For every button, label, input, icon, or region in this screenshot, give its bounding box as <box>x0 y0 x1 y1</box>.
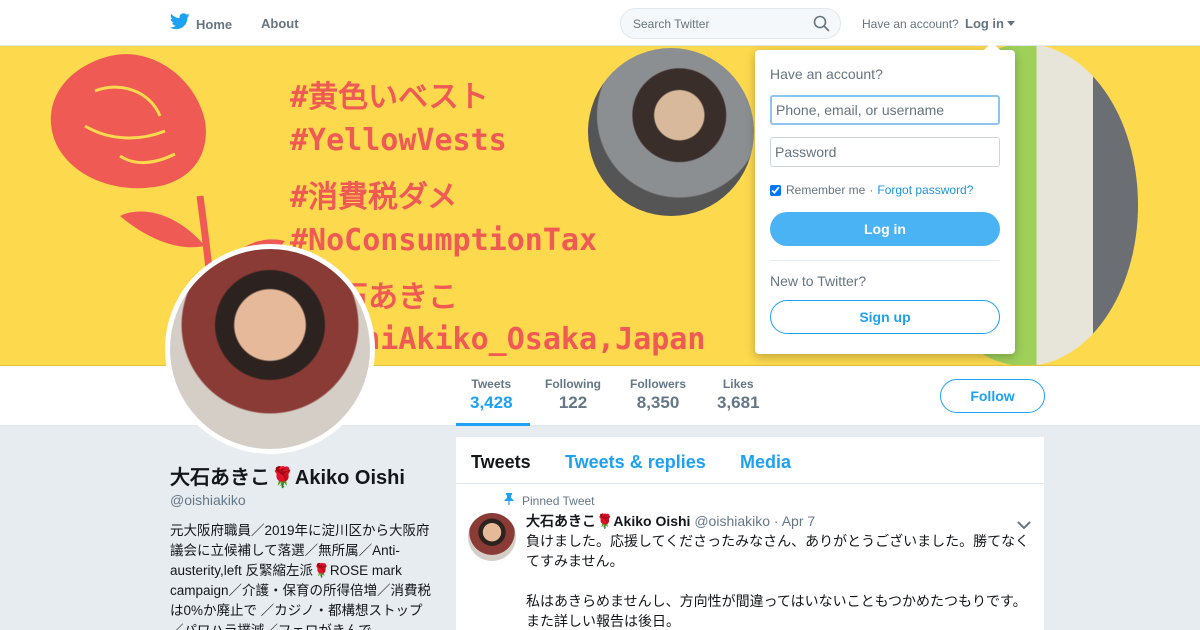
nav-home-link[interactable]: Home <box>169 13 233 35</box>
search-input[interactable] <box>633 15 803 33</box>
pinned-label: Pinned Tweet <box>522 493 595 508</box>
stat-tweets-value: 3,428 <box>470 393 513 412</box>
nav-home-label: Home <box>196 16 233 32</box>
stat-likes[interactable]: Likes 3,681 <box>717 377 760 413</box>
profile-name[interactable]: 大石あきこ🌹Akiko Oishi <box>170 461 405 490</box>
banner-photo-1 <box>586 46 756 218</box>
banner-line-1: #黄色いベスト <box>290 80 489 115</box>
follow-button[interactable]: Follow <box>940 379 1045 413</box>
tweet-text-2: 私はあきらめませんし、方向性が間違ってはいないこともつかめたつもりです。また詳し… <box>526 593 1027 629</box>
top-nav-bar: Home About Have an account? Log in <box>0 0 1200 46</box>
signup-button[interactable]: Sign up <box>770 300 1000 334</box>
banner-line-2: #YellowVests <box>290 123 507 158</box>
tab-tweets[interactable]: Tweets <box>471 452 531 473</box>
stat-likes-label: Likes <box>722 377 754 391</box>
remember-separator: · <box>869 183 874 197</box>
search-box <box>620 8 841 39</box>
tweet-avatar[interactable] <box>468 513 516 561</box>
caret-down-icon[interactable] <box>1007 21 1015 26</box>
stat-followers-label: Followers <box>630 377 687 391</box>
tweet-header: 大石あきこ🌹Akiko Oishi @oishiakiko · Apr 7 <box>526 511 815 531</box>
username-field[interactable] <box>770 95 1000 125</box>
stat-tweets-label: Tweets <box>471 377 512 391</box>
stat-following-value: 122 <box>558 393 588 412</box>
pinned-tweet-indicator: Pinned Tweet <box>504 493 595 508</box>
forgot-password-link[interactable]: Forgot password? <box>877 183 973 197</box>
tweet-author-name[interactable]: 大石あきこ🌹Akiko Oishi <box>526 513 690 529</box>
password-field[interactable] <box>770 137 1000 167</box>
remember-row: Remember me · Forgot password? <box>770 183 973 197</box>
login-menu-link[interactable]: Log in <box>965 16 1004 31</box>
stat-following-label: Following <box>545 377 601 391</box>
profile-avatar[interactable] <box>165 244 375 454</box>
timeline-tabs: Tweets Tweets & replies Media <box>456 437 1044 484</box>
pin-icon <box>504 493 514 508</box>
stat-followers[interactable]: Followers 8,350 <box>630 377 686 413</box>
stat-tweets[interactable]: Tweets 3,428 <box>470 377 513 413</box>
new-to-twitter-text: New to Twitter? <box>770 273 867 289</box>
timeline: Tweets Tweets & replies Media Pinned Twe… <box>456 437 1044 630</box>
profile-handle[interactable]: @oishiakiko <box>170 492 246 508</box>
banner-line-3: #消費税ダメ <box>290 180 458 215</box>
search-icon[interactable] <box>813 15 830 37</box>
dropdown-arrow <box>984 42 1000 50</box>
dropdown-divider <box>770 260 1000 261</box>
stat-followers-value: 8,350 <box>636 393 680 412</box>
remember-me-label[interactable]: Remember me <box>786 183 865 197</box>
remember-me-checkbox[interactable] <box>770 184 781 196</box>
tweet-text-1: 負けました。応援してくださったみなさん、ありがとうございました。勝てなくてすみま… <box>526 533 1030 569</box>
active-stat-underline <box>456 423 530 426</box>
dropdown-title: Have an account? <box>770 66 883 82</box>
banner-line-4: #NoConsumptionTax <box>290 223 598 258</box>
twitter-bird-icon <box>169 13 190 35</box>
tab-tweets-replies[interactable]: Tweets & replies <box>565 452 706 473</box>
tab-media[interactable]: Media <box>740 452 791 473</box>
login-button[interactable]: Log in <box>770 212 1000 246</box>
have-account-text: Have an account? <box>862 17 959 31</box>
nav-about-link[interactable]: About <box>261 16 299 31</box>
tweet-author-handle[interactable]: @oishiakiko <box>694 513 770 529</box>
stat-likes-value: 3,681 <box>717 393 760 412</box>
login-dropdown: Have an account? Remember me · Forgot pa… <box>755 42 1015 354</box>
stat-following[interactable]: Following 122 <box>545 377 601 413</box>
profile-bio: 元大阪府職員／2019年に淀川区から大阪府議会に立候補して落選／無所属／Anti… <box>170 523 432 630</box>
tweet-date[interactable]: · Apr 7 <box>774 513 815 529</box>
